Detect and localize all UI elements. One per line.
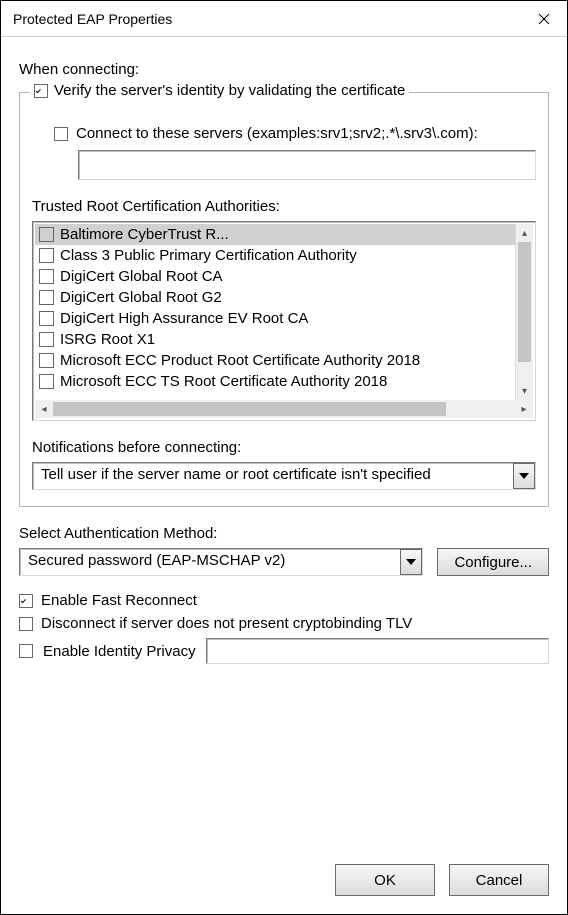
identity-privacy-label: Enable Identity Privacy bbox=[43, 643, 196, 660]
window-title: Protected EAP Properties bbox=[13, 11, 172, 27]
ca-item-label: DigiCert Global Root G2 bbox=[60, 289, 222, 306]
fast-reconnect-checkbox[interactable] bbox=[19, 594, 33, 608]
verify-label: Verify the server's identity by validati… bbox=[54, 82, 405, 99]
ca-item-checkbox[interactable] bbox=[39, 332, 54, 347]
cryptobinding-row: Disconnect if server does not present cr… bbox=[19, 615, 549, 632]
dialog-footer: OK Cancel bbox=[335, 864, 549, 896]
identity-privacy-input[interactable] bbox=[206, 638, 549, 664]
scroll-up-arrow-icon[interactable]: ▴ bbox=[516, 224, 533, 242]
ca-item-label: Baltimore CyberTrust R... bbox=[60, 226, 229, 243]
fast-reconnect-row: Enable Fast Reconnect bbox=[19, 592, 549, 609]
verify-groupbox: Verify the server's identity by validati… bbox=[19, 92, 549, 507]
ca-item-label: ISRG Root X1 bbox=[60, 331, 155, 348]
ca-list-item[interactable]: ISRG Root X1 bbox=[35, 329, 515, 350]
ca-item-checkbox[interactable] bbox=[39, 353, 54, 368]
ca-item-checkbox[interactable] bbox=[39, 290, 54, 305]
ca-list-item[interactable]: Microsoft ECC TS Root Certificate Author… bbox=[35, 371, 515, 392]
notifications-dropdown-button[interactable] bbox=[513, 463, 535, 489]
ok-button[interactable]: OK bbox=[335, 864, 435, 896]
auth-method-dropdown-button[interactable] bbox=[400, 549, 422, 575]
verify-checkbox[interactable] bbox=[34, 84, 48, 98]
connect-servers-checkbox[interactable] bbox=[54, 127, 68, 141]
auth-method-dropdown[interactable]: Secured password (EAP-MSCHAP v2) bbox=[19, 548, 423, 576]
ca-list-item[interactable]: Class 3 Public Primary Certification Aut… bbox=[35, 245, 515, 266]
auth-method-label: Select Authentication Method: bbox=[19, 525, 549, 542]
configure-button[interactable]: Configure... bbox=[437, 548, 549, 576]
chevron-down-icon bbox=[519, 473, 529, 479]
when-connecting-label: When connecting: bbox=[19, 61, 549, 78]
identity-privacy-checkbox[interactable] bbox=[19, 644, 33, 658]
ca-list-item[interactable]: Baltimore CyberTrust R... bbox=[35, 224, 515, 245]
title-bar: Protected EAP Properties bbox=[1, 1, 567, 37]
cryptobinding-checkbox[interactable] bbox=[19, 617, 33, 631]
vertical-scrollbar[interactable]: ▴ ▾ bbox=[515, 224, 533, 400]
notifications-selected: Tell user if the server name or root cer… bbox=[33, 463, 513, 489]
ca-item-checkbox[interactable] bbox=[39, 311, 54, 326]
horizontal-scrollbar[interactable]: ◂ ▸ bbox=[35, 400, 533, 418]
ca-list-item[interactable]: Microsoft ECC Product Root Certificate A… bbox=[35, 350, 515, 371]
connect-servers-input[interactable] bbox=[78, 150, 536, 180]
scroll-right-arrow-icon[interactable]: ▸ bbox=[515, 400, 533, 418]
verify-legend: Verify the server's identity by validati… bbox=[30, 82, 409, 99]
fast-reconnect-label: Enable Fast Reconnect bbox=[41, 592, 197, 609]
chevron-down-icon bbox=[406, 559, 416, 565]
ca-list-item[interactable]: DigiCert Global Root G2 bbox=[35, 287, 515, 308]
ca-item-checkbox[interactable] bbox=[39, 374, 54, 389]
ca-list-item[interactable]: DigiCert High Assurance EV Root CA bbox=[35, 308, 515, 329]
ca-item-checkbox[interactable] bbox=[39, 269, 54, 284]
cryptobinding-label: Disconnect if server does not present cr… bbox=[41, 615, 412, 632]
ca-item-label: DigiCert Global Root CA bbox=[60, 268, 223, 285]
connect-servers-row: Connect to these servers (examples:srv1;… bbox=[54, 125, 536, 142]
notifications-dropdown[interactable]: Tell user if the server name or root cer… bbox=[32, 462, 536, 490]
horizontal-scroll-thumb[interactable] bbox=[53, 402, 446, 416]
close-icon bbox=[538, 13, 550, 25]
ca-item-label: Microsoft ECC TS Root Certificate Author… bbox=[60, 373, 387, 390]
vertical-scroll-thumb[interactable] bbox=[518, 242, 531, 362]
ca-list-item[interactable]: DigiCert Global Root CA bbox=[35, 266, 515, 287]
scroll-down-arrow-icon[interactable]: ▾ bbox=[516, 382, 533, 400]
trusted-ca-label: Trusted Root Certification Authorities: bbox=[32, 198, 536, 215]
ca-item-label: DigiCert High Assurance EV Root CA bbox=[60, 310, 308, 327]
notifications-label: Notifications before connecting: bbox=[32, 439, 536, 456]
scroll-left-arrow-icon[interactable]: ◂ bbox=[35, 400, 53, 418]
ca-item-checkbox[interactable] bbox=[39, 248, 54, 263]
connect-servers-label: Connect to these servers (examples:srv1;… bbox=[76, 125, 478, 142]
identity-privacy-row: Enable Identity Privacy bbox=[19, 638, 549, 664]
cancel-button[interactable]: Cancel bbox=[449, 864, 549, 896]
auth-method-selected: Secured password (EAP-MSCHAP v2) bbox=[20, 549, 400, 575]
ca-item-label: Class 3 Public Primary Certification Aut… bbox=[60, 247, 357, 264]
trusted-ca-listbox[interactable]: Baltimore CyberTrust R... Class 3 Public … bbox=[32, 221, 536, 421]
ca-item-checkbox[interactable] bbox=[39, 227, 54, 242]
close-button[interactable] bbox=[521, 1, 567, 37]
ca-item-label: Microsoft ECC Product Root Certificate A… bbox=[60, 352, 420, 369]
